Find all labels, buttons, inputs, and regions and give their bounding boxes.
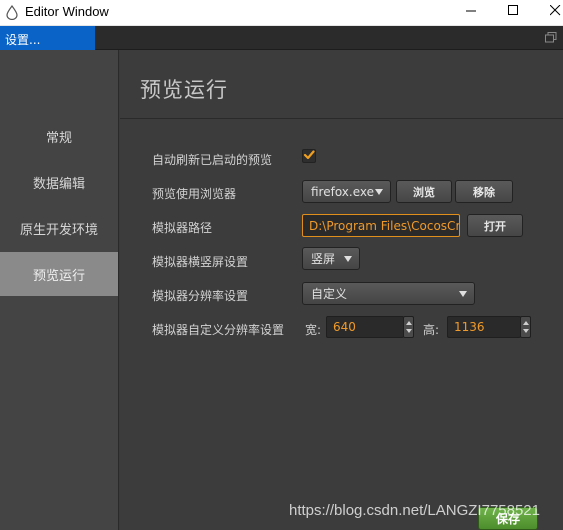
resolution-label: 模拟器分辨率设置 [152, 289, 249, 303]
auto-refresh-checkbox[interactable] [302, 149, 316, 163]
watermark-text: https://blog.csdn.net/LANGZI7758521 [289, 502, 540, 519]
minimize-icon [465, 5, 477, 19]
width-label: 宽: [305, 323, 322, 337]
chevron-down-icon [459, 291, 467, 297]
close-icon [549, 4, 561, 19]
sidebar-item-preview-run[interactable]: 预览运行 [0, 252, 118, 296]
custom-resolution-label: 模拟器自定义分辨率设置 [152, 323, 285, 337]
orientation-label: 模拟器横竖屏设置 [152, 255, 249, 269]
arrow-down-icon [406, 329, 412, 333]
sidebar-item-label: 预览运行 [32, 268, 85, 284]
minimize-button[interactable] [448, 0, 494, 24]
app-logo-icon [6, 4, 18, 21]
arrow-down-icon [523, 329, 529, 333]
browser-label: 预览使用浏览器 [152, 187, 237, 201]
window-title: Editor Window [25, 4, 109, 19]
sidebar-item-general[interactable]: 常规 [0, 114, 118, 158]
auto-refresh-label: 自动刷新已启动的预览 [152, 153, 273, 167]
maximize-icon [507, 5, 519, 19]
sidebar-item-native-env[interactable]: 原生开发环境 [0, 206, 118, 250]
arrow-up-icon [523, 321, 529, 325]
height-input[interactable]: 1136 [447, 316, 521, 338]
browse-button[interactable]: 浏览 [396, 180, 452, 203]
maximize-button[interactable] [490, 0, 536, 24]
width-input[interactable]: 640 [326, 316, 404, 338]
resolution-select-value: 自定义 [311, 287, 348, 301]
simulator-path-label: 模拟器路径 [152, 221, 213, 235]
sidebar-item-label: 原生开发环境 [19, 222, 98, 238]
page-title: 预览运行 [140, 78, 228, 102]
height-label: 高: [423, 323, 440, 337]
tab-strip: 设置... [0, 26, 563, 50]
settings-panel: 预览运行 自动刷新已启动的预览 预览使用浏览器 firefox.exe 浏览 移… [120, 50, 563, 530]
browser-select-value: firefox.exe [311, 184, 375, 199]
orientation-select[interactable]: 竖屏 [302, 247, 360, 270]
tab-settings[interactable]: 设置... [0, 26, 95, 50]
chevron-down-icon [375, 189, 383, 195]
width-stepper[interactable] [403, 316, 414, 338]
simulator-path-input[interactable]: D:\Program Files\CocosCrea [302, 214, 460, 237]
resolution-select[interactable]: 自定义 [302, 282, 475, 305]
orientation-select-value: 竖屏 [311, 252, 336, 266]
arrow-up-icon [406, 321, 412, 325]
chevron-down-icon [344, 256, 352, 262]
panel-menu-icon[interactable] [545, 32, 557, 43]
sidebar-item-label: 数据编辑 [32, 176, 85, 192]
title-bar: Editor Window [0, 0, 563, 26]
remove-button[interactable]: 移除 [455, 180, 513, 203]
height-stepper[interactable] [520, 316, 531, 338]
settings-sidebar: 常规 数据编辑 原生开发环境 预览运行 [0, 50, 119, 530]
open-button[interactable]: 打开 [467, 214, 523, 237]
close-button[interactable] [532, 0, 563, 24]
browser-select[interactable]: firefox.exe [302, 180, 391, 203]
sidebar-item-data-editing[interactable]: 数据编辑 [0, 160, 118, 204]
sidebar-item-label: 常规 [45, 130, 72, 146]
checkmark-icon [303, 149, 315, 164]
title-divider [120, 118, 563, 119]
